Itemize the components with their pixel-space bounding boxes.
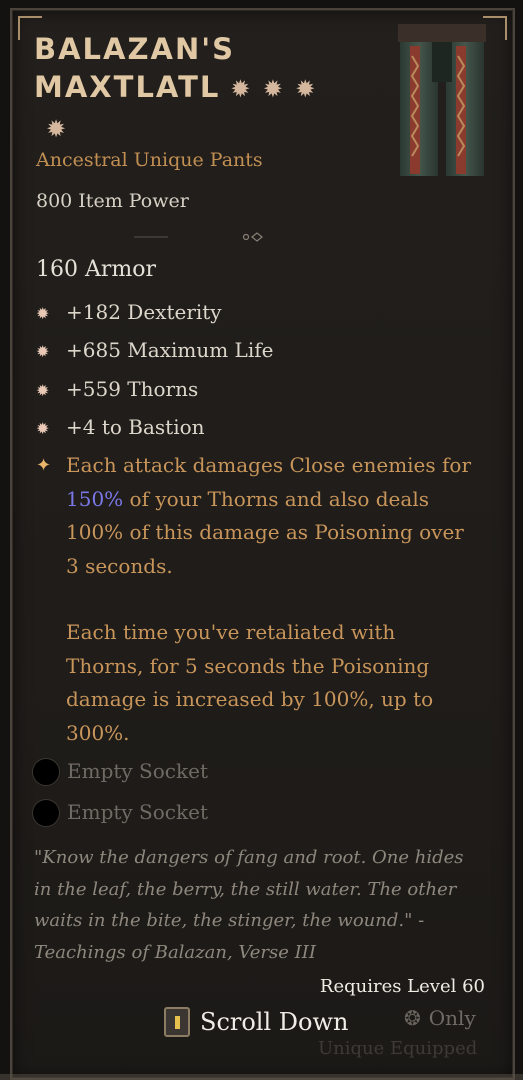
- scroll-down-label: Scroll Down: [200, 1008, 349, 1036]
- affix-bullet-icon: ✹: [36, 304, 50, 323]
- aspect-line: 3 seconds.: [66, 553, 173, 578]
- socket-icon: [32, 799, 60, 827]
- aspect-highlight-value: 150%: [66, 486, 124, 511]
- aspect-line: Each attack damages Close enemies for: [66, 453, 472, 477]
- affix-bastion: ✹ +4 to Bastion: [36, 412, 205, 442]
- flavor-line: in the leaf, the berry, the still water.…: [34, 878, 457, 900]
- affix-bullet-icon: ✹: [36, 419, 50, 438]
- flavor-text: "Know the dangers of fang and root. One …: [34, 842, 484, 968]
- item-name: BALAZAN'S MAXTLATL ✹ ✹ ✹ ✹: [34, 30, 364, 148]
- affix-text: +182 Dexterity: [66, 300, 222, 324]
- flavor-line: "Know the dangers of fang and root. One …: [34, 847, 464, 868]
- only-tag: ❂ Only: [404, 1006, 476, 1030]
- scroll-down-button[interactable]: Scroll Down: [164, 1004, 348, 1040]
- unique-power-icon: ✦: [36, 455, 52, 476]
- affix-bullet-icon: ✹: [36, 381, 50, 400]
- aspect-line-rest: of your Thorns and also deals: [123, 486, 429, 511]
- affix-maximum-life: ✹ +685 Maximum Life: [36, 335, 273, 365]
- affix-dexterity: ✹ +182 Dexterity: [36, 297, 222, 327]
- affix-text: +559 Thorns: [66, 377, 199, 401]
- divider-ornament-icon: [242, 232, 263, 242]
- aspect-line: 150% of your Thorns and also deals: [66, 483, 486, 517]
- aspect-line: 100% of this damage as Poisoning over: [66, 520, 464, 544]
- rarity-star-icon: ✹: [46, 115, 69, 143]
- item-name-line1: BALAZAN'S: [34, 32, 235, 66]
- aspect-line: Thorns, for 5 seconds the Poisoning: [66, 653, 430, 678]
- keybind-icon: [164, 1007, 190, 1037]
- flavor-line: Teachings of Balazan, Verse III: [34, 941, 316, 963]
- affix-text: +685 Maximum Life: [66, 338, 274, 362]
- item-power: 800 Item Power: [36, 190, 189, 212]
- gear-icon: ❂: [404, 1006, 421, 1030]
- pants-item-icon: [398, 24, 486, 176]
- level-requirement: Requires Level 60: [319, 976, 485, 997]
- flavor-line: waits in the bite, the stinger, the woun…: [34, 910, 425, 931]
- item-name-line2: MAXTLATL: [34, 70, 221, 104]
- socket-icon: [32, 758, 60, 786]
- unique-equipped-label: Unique Equipped: [318, 1038, 478, 1059]
- armor-value: 160 Armor: [36, 257, 157, 282]
- affix-thorns: ✹ +559 Thorns: [36, 374, 198, 404]
- affix-bullet-icon: ✹: [36, 342, 50, 361]
- only-label: Only: [428, 1006, 476, 1030]
- aspect-line: Each time you've retaliated with: [66, 620, 396, 644]
- section-divider: [134, 236, 168, 238]
- rarity-stars-icon: ✹ ✹ ✹: [230, 75, 318, 103]
- aspect-line: 300%.: [66, 720, 130, 745]
- aspect-line: damage is increased by 100%, up to: [66, 687, 434, 711]
- unique-power-text: Each attack damages Close enemies for 15…: [66, 449, 486, 750]
- socket-label: Empty Socket: [67, 800, 208, 824]
- affix-text: +4 to Bastion: [66, 415, 205, 439]
- socket-label: Empty Socket: [67, 759, 208, 783]
- item-type: Ancestral Unique Pants: [36, 149, 263, 171]
- screen-edge: [0, 1074, 523, 1080]
